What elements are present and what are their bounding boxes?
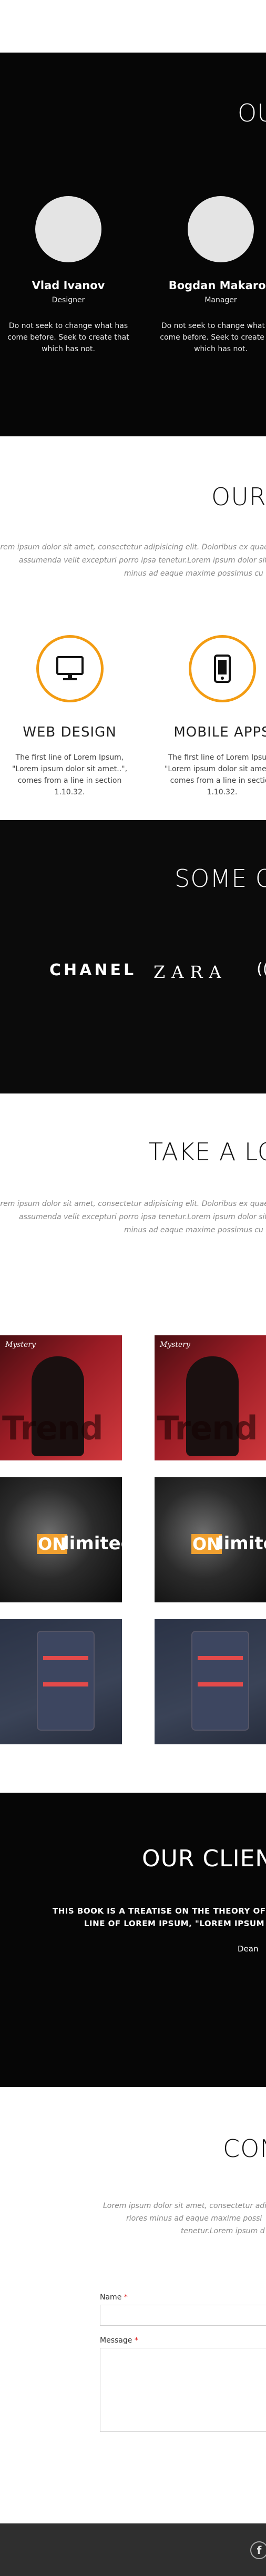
- services-intro-line: Lorem ipsum dolor sit amet, consectetur …: [0, 543, 266, 551]
- facebook-icon[interactable]: f: [250, 2541, 266, 2559]
- portfolio-section: TAKE A LOO Lorem ipsum dolor sit amet, c…: [0, 1093, 266, 1793]
- team-member-2: Bogdan Makarov Manager Do not seek to ch…: [158, 196, 266, 355]
- portfolio-intro-line: minus ad eaque maxime possimus cu: [124, 1226, 263, 1234]
- smartphone-icon: [213, 655, 231, 683]
- message-label-text: Message: [100, 2336, 132, 2345]
- name-label-text: Name: [100, 2293, 122, 2302]
- service-web-design: WEB DESIGN The first line of Lorem Ipsum…: [5, 635, 134, 798]
- contact-intro-line: Lorem ipsum dolor sit amet, consectetur …: [103, 2202, 266, 2210]
- portfolio-overlay-text: Trend: [2, 1409, 104, 1447]
- message-textarea[interactable]: [100, 2348, 266, 2432]
- service-title: WEB DESIGN: [23, 724, 117, 740]
- brands-heading: SOME OF: [175, 864, 266, 893]
- portfolio-item-6[interactable]: [155, 1619, 266, 1744]
- clients-section: OUR CLIENT THIS BOOK IS A TREATISE ON TH…: [0, 1793, 266, 2087]
- portfolio-overlay-text: limited: [63, 1533, 122, 1554]
- brands-section: SOME OF CHANEL ZARA ((: [0, 820, 266, 1093]
- services-intro-line: assumenda velit excepturi porro ipsa ten…: [19, 556, 266, 565]
- client-author: Dean: [238, 1944, 259, 1954]
- portfolio-item-3[interactable]: ON limited: [0, 1477, 122, 1602]
- team-member-1: Vlad Ivanov Designer Do not seek to chan…: [5, 196, 131, 355]
- required-mark: *: [134, 2336, 138, 2345]
- brand-logo-chanel: CHANEL: [49, 961, 137, 979]
- contact-intro-line: riores minus ad eaque maxime possi: [126, 2214, 262, 2223]
- services-heading: OUR: [211, 483, 266, 511]
- contact-heading: CON: [223, 2134, 266, 2163]
- portfolio-overlay-text: limited: [218, 1533, 266, 1554]
- team-section: OU Vlad Ivanov Designer Do not seek to c…: [0, 53, 266, 436]
- app-accent-bar: [198, 1682, 243, 1686]
- message-label: Message *: [100, 2336, 138, 2345]
- client-quote-line: LINE OF LOREM IPSUM, "LOREM IPSUM DOL: [84, 1919, 266, 1928]
- service-description: The first line of Lorem Ipsum, "Lorem ip…: [164, 753, 266, 796]
- member-name: Bogdan Makarov: [168, 279, 266, 292]
- brand-logo-partial: ((: [257, 960, 266, 978]
- clients-heading: OUR CLIENT: [142, 1845, 266, 1872]
- portfolio-overlay-text: Trend: [157, 1409, 258, 1447]
- name-input[interactable]: [100, 2305, 266, 2326]
- client-quote-line: THIS BOOK IS A TREATISE ON THE THEORY OF…: [53, 1906, 266, 1916]
- app-screen: [191, 1631, 249, 1731]
- app-accent-bar: [43, 1656, 88, 1660]
- app-screen: [37, 1631, 95, 1731]
- service-icon-ring: [188, 635, 256, 702]
- portfolio-item-4[interactable]: ON limited: [155, 1477, 266, 1602]
- name-label: Name *: [100, 2293, 128, 2302]
- member-description: Do not seek to change what has come befo…: [160, 322, 266, 353]
- contact-section: CON Lorem ipsum dolor sit amet, consecte…: [0, 2087, 266, 2523]
- service-mobile-apps: MOBILE APPS The first line of Lorem Ipsu…: [158, 635, 266, 798]
- app-accent-bar: [43, 1682, 88, 1686]
- avatar: [35, 196, 101, 262]
- member-description: Do not seek to change what has come befo…: [7, 322, 129, 353]
- portfolio-heading: TAKE A LOO: [148, 1138, 266, 1166]
- member-role: Designer: [52, 296, 85, 304]
- app-accent-bar: [198, 1656, 243, 1660]
- required-mark: *: [124, 2293, 128, 2302]
- service-icon-ring: [36, 635, 104, 702]
- portfolio-intro-line: assumenda velit excepturi porro ipsa ten…: [19, 1213, 266, 1221]
- portfolio-item-5[interactable]: [0, 1619, 122, 1744]
- services-section: OUR Lorem ipsum dolor sit amet, consecte…: [0, 436, 266, 820]
- footer: f: [0, 2523, 266, 2576]
- services-intro-line: minus ad eaque maxime possimus cu: [124, 569, 263, 578]
- avatar: [188, 196, 254, 262]
- portfolio-caption: Mystery: [160, 1341, 190, 1349]
- service-description: The first line of Lorem Ipsum, "Lorem ip…: [12, 753, 128, 796]
- member-role: Manager: [204, 296, 237, 304]
- brand-logo-zara: ZARA: [154, 962, 228, 982]
- member-name: Vlad Ivanov: [32, 279, 105, 292]
- portfolio-caption: Mystery: [5, 1341, 36, 1349]
- contact-intro-line: tenetur.Lorem ipsum d: [181, 2227, 265, 2235]
- team-heading: OU: [238, 99, 266, 127]
- portfolio-item-2[interactable]: Mystery Trend: [155, 1335, 266, 1460]
- portfolio-item-1[interactable]: Mystery Trend: [0, 1335, 122, 1460]
- monitor-icon: [56, 656, 84, 680]
- portfolio-intro-line: Lorem ipsum dolor sit amet, consectetur …: [0, 1200, 266, 1208]
- service-title: MOBILE APPS: [173, 724, 266, 740]
